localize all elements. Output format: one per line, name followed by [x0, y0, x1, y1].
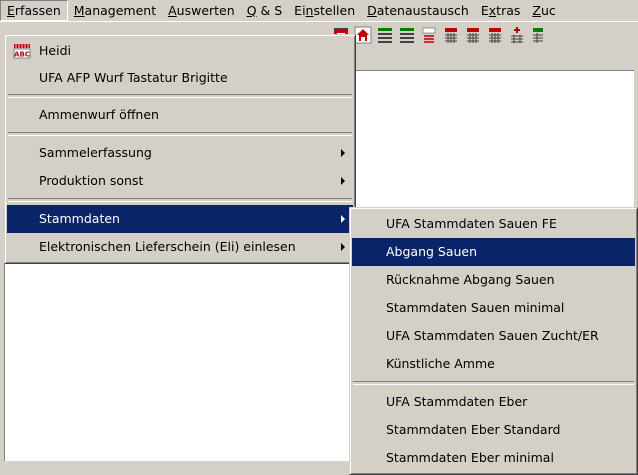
menu-q-s[interactable]: Q & S: [241, 0, 288, 21]
svg-text:ABC: ABC: [14, 51, 30, 59]
menu-item-label: Stammdaten Eber minimal: [386, 450, 554, 465]
grid-partial-icon[interactable]: [528, 24, 550, 46]
menu-erfassen[interactable]: Erfassen: [0, 0, 68, 21]
menu-item-eli-einlesen[interactable]: Elektronischen Lieferschein (Eli) einles…: [7, 233, 353, 261]
menu-item-heidi[interactable]: ABC Heidi: [7, 37, 353, 64]
menu-q-s-label: & S: [256, 3, 283, 18]
abc-pig-icon: ABC: [13, 44, 31, 59]
menu-datenaustausch[interactable]: Datenaustausch: [361, 0, 475, 21]
menu-item-stammdaten-eber-standard[interactable]: Stammdaten Eber Standard: [352, 416, 635, 444]
menu-item-label: Abgang Sauen: [386, 244, 478, 259]
menu-einstellen[interactable]: Einstellen: [288, 0, 361, 21]
menu-item-label: Elektronischen Lieferschein (Eli) einles…: [39, 239, 296, 254]
menu-extras[interactable]: Extras: [475, 0, 527, 21]
menu-separator: [8, 132, 352, 136]
menu-separator: [8, 94, 352, 98]
menu-item-label: UFA Stammdaten Sauen Zucht/ER: [386, 328, 599, 343]
menu-erfassen-mnemonic: E: [7, 3, 15, 18]
menu-item-label: Stammdaten Eber Standard: [386, 422, 561, 437]
menu-erfassen-label: rfassen: [14, 3, 61, 18]
submenu-arrow-icon: [341, 177, 345, 185]
grid-red-3-icon[interactable]: [484, 24, 506, 46]
menu-zucht-mnemonic: Z: [532, 3, 541, 18]
list-green-icon[interactable]: [374, 24, 396, 46]
erfassen-dropdown: ABC Heidi UFA AFP Wurf Tastatur Brigitte…: [4, 34, 356, 264]
count-icon[interactable]: [418, 24, 440, 46]
menu-auswerten-mnemonic: A: [168, 3, 177, 18]
menu-item-abgang-sauen[interactable]: Abgang Sauen: [352, 238, 635, 266]
menu-item-label: UFA AFP Wurf Tastatur Brigitte: [39, 70, 228, 85]
menu-item-produktion-sonst[interactable]: Produktion sonst: [7, 167, 353, 195]
menu-einstellen-label: stellen: [313, 3, 356, 18]
menu-zucht-label: uc: [540, 3, 556, 18]
submenu-arrow-icon: [341, 215, 345, 223]
menu-item-stammdaten-sauen-minimal[interactable]: Stammdaten Sauen minimal: [352, 294, 635, 322]
menu-item-stammdaten-eber-minimal[interactable]: Stammdaten Eber minimal: [352, 444, 635, 472]
toolbar-strip: [330, 24, 550, 48]
menu-item-label: Ammenwurf öffnen: [39, 107, 159, 122]
menu-item-label: UFA Stammdaten Sauen FE: [386, 216, 557, 231]
menu-extras-label: tras: [496, 3, 521, 18]
menu-item-ammenwurf-oeffnen[interactable]: Ammenwurf öffnen: [7, 101, 353, 129]
menu-item-label: Sammelerfassung: [39, 145, 152, 160]
menu-separator: [353, 381, 634, 385]
menu-item-ufa-stammdaten-eber[interactable]: UFA Stammdaten Eber: [352, 388, 635, 416]
menu-management-mnemonic: M: [73, 3, 85, 18]
menu-management[interactable]: Management: [68, 0, 162, 21]
menu-item-kuenstliche-amme[interactable]: Künstliche Amme: [352, 350, 635, 378]
menu-item-label: Produktion sonst: [39, 173, 144, 188]
menu-management-label: anagement: [84, 3, 157, 18]
menu-item-label: Rücknahme Abgang Sauen: [386, 272, 555, 287]
menu-auswerten[interactable]: Auswerten: [162, 0, 241, 21]
list-green-2-icon[interactable]: [396, 24, 418, 46]
menu-item-label: UFA Stammdaten Eber: [386, 394, 528, 409]
menu-q-s-mnemonic: Q: [246, 3, 257, 18]
submenu-arrow-icon: [341, 243, 345, 251]
menu-extras-prefix: E: [480, 3, 489, 18]
submenu-arrow-icon: [341, 149, 345, 157]
menu-item-ufa-afp-wurf[interactable]: UFA AFP Wurf Tastatur Brigitte: [7, 64, 353, 91]
menu-item-ruecknahme-abgang-sauen[interactable]: Rücknahme Abgang Sauen: [352, 266, 635, 294]
grid-red-icon[interactable]: [440, 24, 462, 46]
menu-item-label: Künstliche Amme: [386, 356, 495, 371]
menu-separator: [8, 198, 352, 202]
menu-item-ufa-stammdaten-sauen-zucht-er[interactable]: UFA Stammdaten Sauen Zucht/ER: [352, 322, 635, 350]
menu-item-label: Heidi: [39, 43, 71, 58]
stammdaten-submenu: UFA Stammdaten Sauen FE Abgang Sauen Rüc…: [349, 207, 638, 475]
menu-item-ufa-stammdaten-sauen-fe[interactable]: UFA Stammdaten Sauen FE: [352, 210, 635, 238]
menu-einstellen-prefix: Ei: [294, 3, 306, 18]
menu-auswerten-label: uswerten: [176, 3, 235, 18]
menu-item-sammelerfassung[interactable]: Sammelerfassung: [7, 139, 353, 167]
plus-grid-icon[interactable]: [506, 24, 528, 46]
menu-datenaustausch-mnemonic: D: [367, 3, 377, 18]
menu-item-label: Stammdaten: [39, 211, 120, 226]
menu-bar: Erfassen Management Auswerten Q & S Eins…: [0, 0, 638, 21]
menu-item-stammdaten[interactable]: Stammdaten: [7, 205, 353, 233]
menu-item-label: Stammdaten Sauen minimal: [386, 300, 565, 315]
menu-zucht[interactable]: Zuc: [526, 0, 561, 21]
grid-red-2-icon[interactable]: [462, 24, 484, 46]
menu-datenaustausch-label: atenaustausch: [376, 3, 469, 18]
